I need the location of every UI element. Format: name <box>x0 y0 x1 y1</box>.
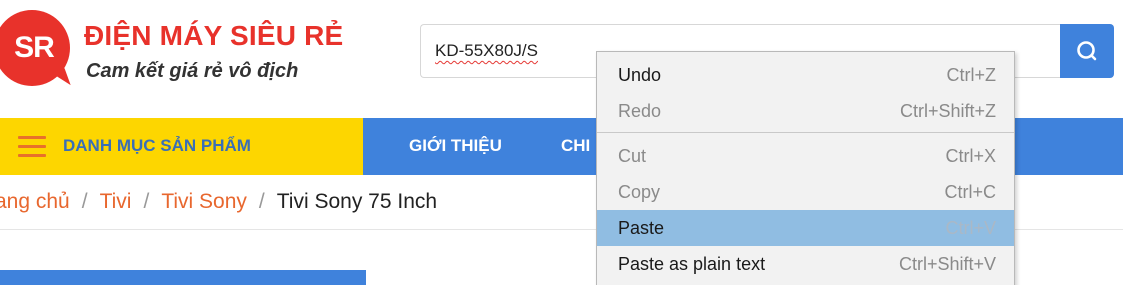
menu-item-redo[interactable]: Redo Ctrl+Shift+Z <box>597 93 1014 129</box>
menu-item-shortcut: Ctrl+X <box>945 145 996 166</box>
menu-item-copy[interactable]: Copy Ctrl+C <box>597 174 1014 210</box>
menu-item-paste[interactable]: Paste Ctrl+V <box>597 210 1014 246</box>
breadcrumb-current: Tivi Sony 75 Inch <box>276 190 438 213</box>
hamburger-icon <box>18 136 46 158</box>
menu-item-label: Copy <box>618 181 661 202</box>
menu-item-cut[interactable]: Cut Ctrl+X <box>597 138 1014 174</box>
context-menu: Undo Ctrl+Z Redo Ctrl+Shift+Z Cut Ctrl+X… <box>596 51 1015 285</box>
breadcrumb-tivi-sony[interactable]: Tivi Sony <box>161 190 247 214</box>
search-icon <box>1077 41 1097 61</box>
menu-item-label: Paste as plain text <box>618 253 766 274</box>
menu-item-label: Redo <box>618 100 662 121</box>
menu-item-label: Cut <box>618 145 647 166</box>
section-header-bar <box>0 270 366 285</box>
brand-name[interactable]: ĐIỆN MÁY SIÊU RẺ <box>84 20 343 52</box>
search-button[interactable] <box>1060 24 1114 78</box>
breadcrumb-home[interactable]: rang chủ <box>0 190 70 214</box>
menu-item-shortcut: Ctrl+V <box>945 217 996 238</box>
breadcrumb-tivi[interactable]: Tivi <box>100 190 132 214</box>
menu-separator <box>597 132 1014 133</box>
menu-item-shortcut: Ctrl+C <box>944 181 996 202</box>
menu-item-shortcut: Ctrl+Shift+Z <box>899 100 996 121</box>
menu-item-paste-plain-text[interactable]: Paste as plain text Ctrl+Shift+V <box>597 246 1014 282</box>
breadcrumb-separator: / <box>258 190 265 213</box>
menu-item-label: Undo <box>618 64 662 85</box>
nav-link-about[interactable]: GIỚI THIỆU <box>409 136 502 156</box>
nav-link-partial[interactable]: CHI <box>561 136 590 156</box>
breadcrumb: rang chủ / Tivi / Tivi Sony / Tivi Sony … <box>0 188 437 216</box>
menu-item-undo[interactable]: Undo Ctrl+Z <box>597 57 1014 93</box>
search-input-value: KD-55X80J/S <box>435 41 538 60</box>
menu-item-label: Paste <box>618 217 665 238</box>
brand-slogan: Cam kết giá rẻ vô địch <box>86 60 299 82</box>
menu-item-shortcut: Ctrl+Z <box>946 64 997 85</box>
logo[interactable]: SR <box>0 10 70 86</box>
category-menu-label: DANH MỤC SẢN PHẨM <box>63 136 251 155</box>
breadcrumb-separator: / <box>143 190 150 213</box>
menu-item-shortcut: Ctrl+Shift+V <box>898 253 996 274</box>
logo-mark: SR <box>14 31 55 64</box>
breadcrumb-separator: / <box>81 190 88 213</box>
category-menu-button[interactable]: DANH MỤC SẢN PHẨM <box>0 118 363 175</box>
